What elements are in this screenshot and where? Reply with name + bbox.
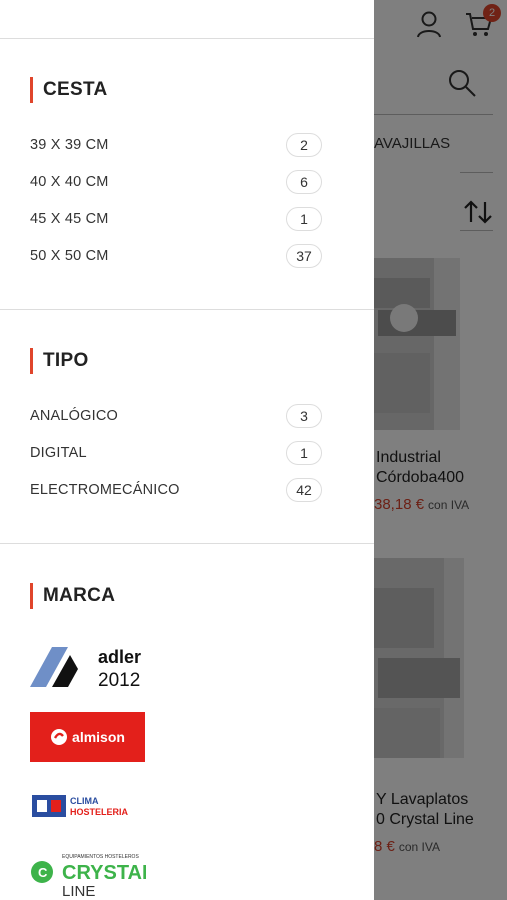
filter-option-label: 50 X 50 CM — [30, 248, 109, 264]
brand-logo-almison[interactable]: almison — [30, 712, 145, 762]
filter-option-label: 39 X 39 CM — [30, 137, 109, 153]
filter-option-label: ANALÓGICO — [30, 408, 119, 424]
filter-option[interactable]: 45 X 45 CM 1 — [30, 207, 322, 231]
brand-name: CLIMA — [70, 796, 99, 806]
section-title-tipo: TIPO — [30, 348, 89, 374]
filter-option-count: 37 — [286, 244, 322, 268]
brand-tagline: EQUIPAMIENTOS HOSTELEROS — [62, 854, 139, 860]
filter-option-label: DIGITAL — [30, 445, 87, 461]
divider — [0, 543, 374, 544]
filter-option-label: 45 X 45 CM — [30, 211, 109, 227]
almison-mark-icon — [51, 729, 68, 745]
brand-logo-adler[interactable]: adler 2012 — [30, 645, 146, 691]
brand-name: CRYSTAL — [62, 862, 146, 884]
brand-name: almison — [72, 729, 125, 745]
brand-name: adler — [98, 647, 141, 667]
brand-logo-crystal[interactable]: EQUIPAMIENTOS HOSTELEROS C CRYSTAL LINE — [30, 852, 154, 900]
brand-sub: LINE — [62, 883, 95, 900]
filter-option-label: ELECTROMECÁNICO — [30, 482, 180, 498]
filter-option-count: 1 — [286, 207, 322, 231]
divider — [0, 38, 374, 39]
filter-option-count: 2 — [286, 133, 322, 157]
svg-text:C: C — [38, 865, 48, 880]
filter-option[interactable]: ELECTROMECÁNICO 42 — [30, 478, 322, 502]
filter-option-count: 1 — [286, 441, 322, 465]
filter-option-count: 3 — [286, 404, 322, 428]
filter-option-count: 6 — [286, 170, 322, 194]
filter-option[interactable]: ANALÓGICO 3 — [30, 404, 322, 428]
filter-option[interactable]: 39 X 39 CM 2 — [30, 133, 322, 157]
filter-option-label: 40 X 40 CM — [30, 174, 109, 190]
brand-sub: 2012 — [98, 670, 140, 689]
section-title-marca: MARCA — [30, 583, 115, 609]
brand-sub: HOSTELERIA — [70, 807, 129, 817]
divider — [0, 309, 374, 310]
filter-option[interactable]: DIGITAL 1 — [30, 441, 322, 465]
filter-option[interactable]: 50 X 50 CM 37 — [30, 244, 322, 268]
filter-drawer: CESTA 39 X 39 CM 2 40 X 40 CM 6 45 X 45 … — [0, 0, 374, 900]
section-title-cesta: CESTA — [30, 77, 107, 103]
filter-option-count: 42 — [286, 478, 322, 502]
brand-logo-clima[interactable]: CLIMA HOSTELERIA — [30, 793, 144, 819]
filter-option[interactable]: 40 X 40 CM 6 — [30, 170, 322, 194]
